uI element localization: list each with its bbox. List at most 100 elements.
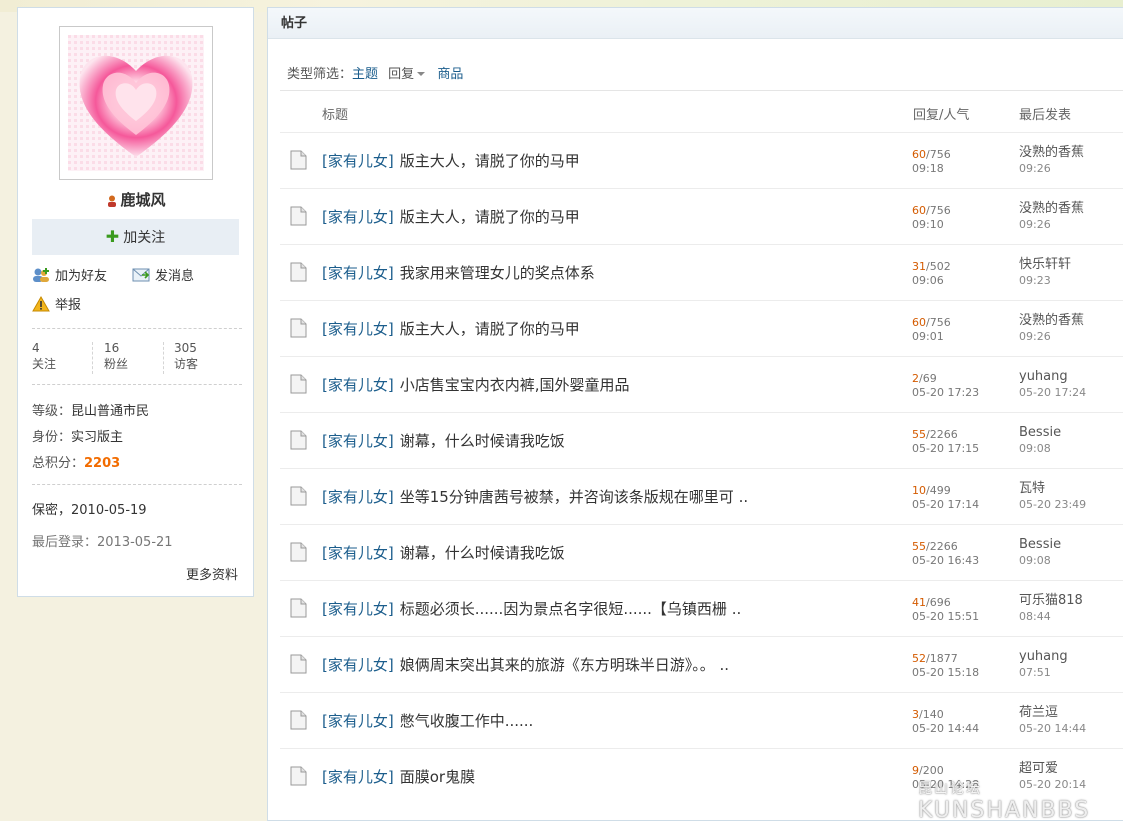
post-time: 05-20 15:51 bbox=[912, 610, 980, 623]
post-category-link[interactable]: [家有儿女] bbox=[322, 264, 394, 282]
view-count: /502 bbox=[926, 260, 951, 273]
last-poster-link[interactable]: 可乐猫818 bbox=[1019, 593, 1083, 608]
post-title-link[interactable]: [家有儿女] 坐等15分钟唐茜号被禁，并咨询该条版规在哪里可 .. bbox=[322, 486, 748, 507]
post-category-link[interactable]: [家有儿女] bbox=[322, 208, 394, 226]
post-title-link[interactable]: [家有儿女] 版主大人，请脱了你的马甲 bbox=[322, 206, 580, 227]
table-row[interactable]: [家有儿女] 谢幕，什么时候请我吃饭 55/2266 05-20 17:15 Bessi… bbox=[280, 412, 1123, 468]
post-title[interactable]: 版主大人，请脱了你的马甲 bbox=[400, 320, 580, 338]
post-title[interactable]: 小店售宝宝内衣内裤,国外婴童用品 bbox=[400, 376, 630, 394]
last-poster-link[interactable]: 没熟的香蕉 bbox=[1019, 201, 1084, 216]
last-poster-link[interactable]: 超可爱 bbox=[1019, 761, 1058, 776]
view-count: /200 bbox=[919, 764, 944, 777]
post-title[interactable]: 版主大人，请脱了你的马甲 bbox=[400, 152, 580, 170]
post-title-link[interactable]: [家有儿女] 面膜or鬼膜 bbox=[322, 766, 475, 787]
last-poster-link[interactable]: Bessie bbox=[1019, 537, 1061, 552]
table-row[interactable]: [家有儿女] 小店售宝宝内衣内裤,国外婴童用品 2/69 05-20 17:23 yuh… bbox=[280, 356, 1123, 412]
stat-visitors-value: 305 bbox=[174, 341, 197, 355]
profile-stats: 4 关注 16 粉丝 305 访客 bbox=[32, 340, 242, 376]
divider bbox=[280, 90, 1123, 91]
table-row[interactable]: [家有儿女] 标题必须长......因为景点名字很短......【乌镇西栅 .. 4… bbox=[280, 580, 1123, 636]
post-title-link[interactable]: [家有儿女] 标题必须长......因为景点名字很短......【乌镇西栅 .. bbox=[322, 598, 741, 619]
post-title-link[interactable]: [家有儿女] 版主大人，请脱了你的马甲 bbox=[322, 150, 580, 171]
last-poster-link[interactable]: 瓦特 bbox=[1019, 481, 1045, 496]
role-value: 实习版主 bbox=[71, 430, 124, 445]
add-friend-label: 加为好友 bbox=[55, 269, 108, 284]
post-title[interactable]: 坐等15分钟唐茜号被禁，并咨询该条版规在哪里可 .. bbox=[400, 488, 748, 506]
post-title[interactable]: 憋气收腹工作中...... bbox=[400, 712, 534, 730]
post-category-link[interactable]: [家有儿女] bbox=[322, 768, 394, 786]
stat-visitors[interactable]: 305 访客 bbox=[174, 340, 198, 376]
reply-count: 41 bbox=[912, 596, 926, 609]
last-post-info: 荷兰逗 05-20 14:44 bbox=[1019, 705, 1086, 737]
view-count: /2266 bbox=[926, 428, 958, 441]
post-category-link[interactable]: [家有儿女] bbox=[322, 376, 394, 394]
post-title[interactable]: 谢幕，什么时候请我吃饭 bbox=[400, 544, 565, 562]
table-row[interactable]: [家有儿女] 坐等15分钟唐茜号被禁，并咨询该条版规在哪里可 .. 10/499 05… bbox=[280, 468, 1123, 524]
post-title[interactable]: 标题必须长......因为景点名字很短......【乌镇西栅 .. bbox=[400, 600, 742, 618]
birthday-info: 保密，2010-05-19 bbox=[32, 503, 147, 518]
divider bbox=[32, 384, 242, 385]
table-row[interactable]: [家有儿女] 谢幕，什么时候请我吃饭 55/2266 05-20 16:43 Bessi… bbox=[280, 524, 1123, 580]
username[interactable]: 鹿城风 bbox=[120, 191, 165, 209]
post-title-link[interactable]: [家有儿女] 娘俩周末突出其来的旅游《东方明珠半日游》。。 .. bbox=[322, 654, 729, 675]
post-category-link[interactable]: [家有儿女] bbox=[322, 712, 394, 730]
filter-topic[interactable]: 主题 bbox=[352, 67, 378, 82]
stat-fans[interactable]: 16 粉丝 bbox=[104, 340, 128, 376]
post-title[interactable]: 面膜or鬼膜 bbox=[400, 768, 475, 786]
post-category-link[interactable]: [家有儿女] bbox=[322, 544, 394, 562]
last-poster-link[interactable]: 快乐轩轩 bbox=[1019, 257, 1071, 272]
user-icon bbox=[108, 195, 117, 207]
more-info-link[interactable]: 更多资料 bbox=[186, 564, 238, 583]
stat-following[interactable]: 4 关注 bbox=[32, 340, 56, 376]
follow-label: 加关注 bbox=[123, 230, 166, 246]
view-count: /140 bbox=[919, 708, 944, 721]
post-category-link[interactable]: [家有儿女] bbox=[322, 320, 394, 338]
last-poster-link[interactable]: 荷兰逗 bbox=[1019, 705, 1058, 720]
warning-icon bbox=[32, 296, 50, 312]
reply-count: 10 bbox=[912, 484, 926, 497]
document-icon bbox=[290, 262, 307, 282]
reply-count: 60 bbox=[912, 204, 926, 217]
table-row[interactable]: [家有儿女] 版主大人，请脱了你的马甲 60/756 09:01 没熟的香蕉 09:26 bbox=[280, 300, 1123, 356]
post-title-link[interactable]: [家有儿女] 小店售宝宝内衣内裤,国外婴童用品 bbox=[322, 374, 630, 395]
table-row[interactable]: [家有儿女] 憋气收腹工作中...... 3/140 05-20 14:44 荷兰逗 05… bbox=[280, 692, 1123, 748]
post-category-link[interactable]: [家有儿女] bbox=[322, 488, 394, 506]
add-friend-link[interactable]: 加为好友 bbox=[32, 266, 107, 288]
last-post-time: 05-20 17:24 bbox=[1019, 386, 1087, 399]
post-title-link[interactable]: [家有儿女] 谢幕，什么时候请我吃饭 bbox=[322, 430, 565, 451]
last-poster-link[interactable]: 没熟的香蕉 bbox=[1019, 145, 1084, 160]
last-poster-link[interactable]: yuhang bbox=[1019, 369, 1068, 384]
post-title[interactable]: 我家用来管理女儿的奖点体系 bbox=[400, 264, 595, 282]
post-title-link[interactable]: [家有儿女] 憋气收腹工作中...... bbox=[322, 710, 533, 731]
filter-goods[interactable]: 商品 bbox=[437, 67, 463, 82]
table-row[interactable]: [家有儿女] 版主大人，请脱了你的马甲 60/756 09:10 没熟的香蕉 09:26 bbox=[280, 188, 1123, 244]
stat-fans-label: 粉丝 bbox=[104, 357, 129, 371]
stat-fans-value: 16 bbox=[104, 341, 120, 355]
post-title[interactable]: 谢幕，什么时候请我吃饭 bbox=[400, 432, 565, 450]
post-title[interactable]: 娘俩周末突出其来的旅游《东方明珠半日游》。。 .. bbox=[400, 656, 729, 674]
filter-reply[interactable]: 回复 bbox=[388, 67, 426, 82]
report-link[interactable]: 举报 bbox=[32, 295, 81, 317]
send-message-link[interactable]: 发消息 bbox=[132, 266, 194, 288]
last-poster-link[interactable]: 没熟的香蕉 bbox=[1019, 313, 1084, 328]
document-icon bbox=[290, 486, 307, 506]
reply-count: 55 bbox=[912, 428, 926, 441]
last-poster-link[interactable]: yuhang bbox=[1019, 649, 1068, 664]
post-title-link[interactable]: [家有儿女] 我家用来管理女儿的奖点体系 bbox=[322, 262, 595, 283]
post-category-link[interactable]: [家有儿女] bbox=[322, 432, 394, 450]
post-title-link[interactable]: [家有儿女] 谢幕，什么时候请我吃饭 bbox=[322, 542, 565, 563]
post-category-link[interactable]: [家有儿女] bbox=[322, 152, 394, 170]
avatar[interactable] bbox=[59, 26, 213, 180]
column-header-title: 标题 bbox=[322, 108, 349, 123]
post-title[interactable]: 版主大人，请脱了你的马甲 bbox=[400, 208, 580, 226]
last-poster-link[interactable]: Bessie bbox=[1019, 425, 1061, 440]
last-post-time: 09:26 bbox=[1019, 330, 1051, 343]
document-icon bbox=[290, 318, 307, 338]
table-row[interactable]: [家有儿女] 版主大人，请脱了你的马甲 60/756 09:18 没熟的香蕉 09:26 bbox=[280, 132, 1123, 188]
post-title-link[interactable]: [家有儿女] 版主大人，请脱了你的马甲 bbox=[322, 318, 580, 339]
table-row[interactable]: [家有儿女] 娘俩周末突出其来的旅游《东方明珠半日游》。。 .. 52/1877 05… bbox=[280, 636, 1123, 692]
table-row[interactable]: [家有儿女] 我家用来管理女儿的奖点体系 31/502 09:06 快乐轩轩 09:23 bbox=[280, 244, 1123, 300]
follow-button[interactable]: ✚ 加关注 bbox=[32, 219, 239, 255]
post-category-link[interactable]: [家有儿女] bbox=[322, 656, 394, 674]
post-category-link[interactable]: [家有儿女] bbox=[322, 600, 394, 618]
